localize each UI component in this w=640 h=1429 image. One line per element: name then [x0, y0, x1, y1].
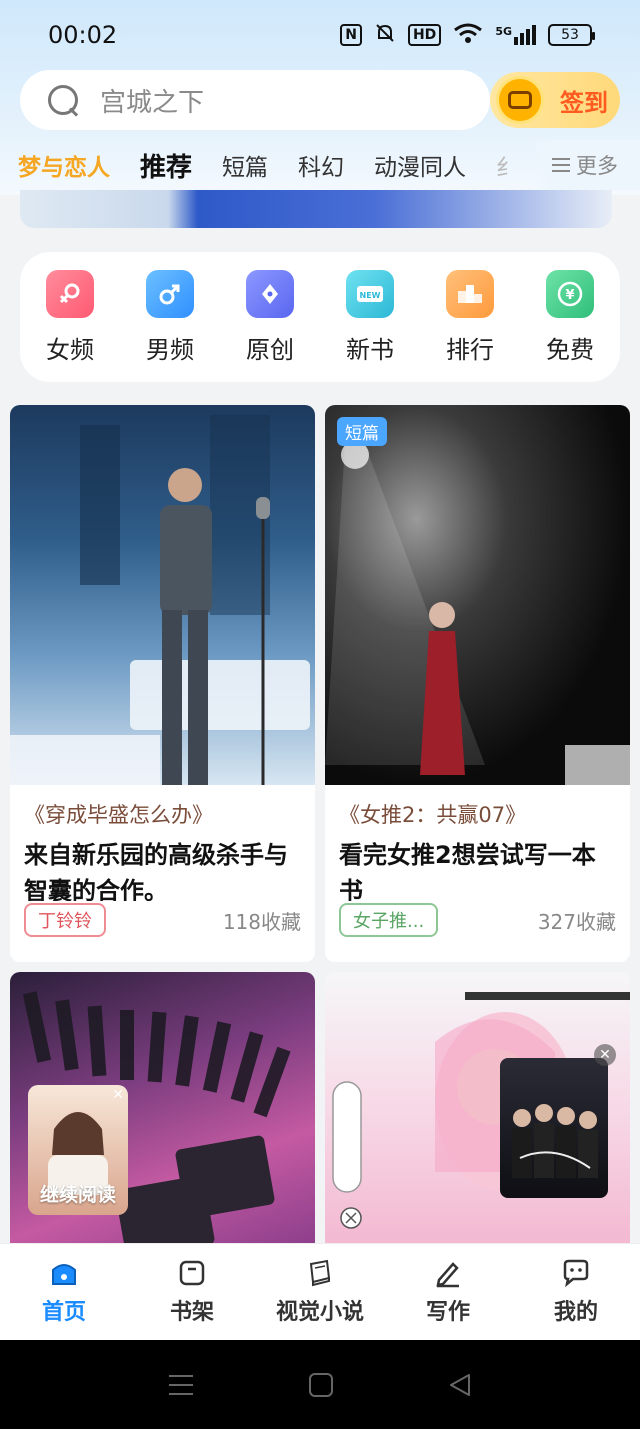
card-title: 来自新乐园的高级杀手与智囊的合作。	[24, 841, 288, 901]
category-original[interactable]: 原创	[225, 269, 315, 365]
cellular-signal-icon: 5G	[495, 25, 536, 45]
category-label: 原创	[246, 335, 294, 364]
nav-visual-novel[interactable]: 视觉小说	[260, 1258, 380, 1326]
nav-writing[interactable]: 写作	[388, 1258, 508, 1326]
continue-reading-label: 继续阅读	[39, 1184, 116, 1206]
search-placeholder: 宫城之下	[100, 87, 205, 118]
search-row: 宫城之下 签到	[20, 70, 620, 130]
nav-label: 视觉小说	[275, 1300, 364, 1325]
card-footer: 丁铃铃 118收藏	[24, 903, 301, 937]
status-bar: 00:02 N HD 5G 53	[0, 0, 640, 70]
battery-icon: 53	[548, 24, 595, 46]
card-subtitle: 《穿成毕盛怎么办》	[24, 803, 213, 827]
nfc-icon: N	[340, 24, 362, 46]
svg-text:¥: ¥	[565, 288, 574, 303]
tab-short[interactable]: 短篇	[222, 148, 268, 182]
tab-scifi[interactable]: 科幻	[298, 148, 344, 182]
category-label: 女频	[46, 335, 94, 364]
female-icon	[46, 269, 94, 318]
tab-recommend[interactable]: 推荐	[140, 147, 192, 184]
floating-ad-poster[interactable]	[500, 1058, 608, 1198]
tab-anime-fanfic[interactable]: 动漫同人	[374, 148, 466, 182]
favorites-count: 327收藏	[537, 909, 616, 934]
signin-button[interactable]: 签到	[490, 72, 620, 128]
card-body: 《穿成毕盛怎么办》 来自新乐园的高级杀手与智囊的合作。 丁铃铃 118收藏	[10, 785, 315, 937]
nav-home[interactable]: 首页	[4, 1258, 124, 1326]
nav-bookshelf[interactable]: 书架	[132, 1258, 252, 1326]
wifi-icon	[453, 22, 483, 49]
home-button-icon[interactable]	[308, 1372, 334, 1398]
recent-apps-icon[interactable]	[167, 1372, 195, 1398]
topic-tag[interactable]: 女子推...	[339, 903, 439, 937]
bottom-navigation: 首页 书架 视觉小说 写作 我的	[0, 1243, 640, 1340]
category-label: 免费	[546, 335, 594, 364]
signin-label: 签到	[560, 88, 608, 117]
menu-icon	[552, 158, 570, 172]
category-shortcuts: 女频 男频 原创 NEW 新书 排行 ¥ 免费	[20, 252, 620, 382]
book-icon	[309, 1259, 331, 1287]
favorites-count: 118收藏	[222, 909, 301, 934]
banner-carousel[interactable]	[20, 190, 612, 228]
more-label: 更多	[576, 154, 618, 178]
search-icon	[46, 83, 80, 117]
pen-nib-icon	[246, 269, 294, 318]
svg-text:NEW: NEW	[360, 291, 381, 300]
category-female[interactable]: 女频	[25, 269, 115, 365]
tab-partial[interactable]: 纟	[496, 148, 519, 182]
card-cover-image: 短篇	[325, 405, 630, 785]
network-type: 5G	[495, 25, 512, 38]
category-label: 男频	[146, 335, 194, 364]
nav-label: 写作	[425, 1300, 470, 1325]
search-input[interactable]: 宫城之下	[20, 70, 490, 130]
close-icon[interactable]: ✕	[594, 1044, 616, 1066]
status-time: 00:02	[48, 21, 118, 49]
category-ranking[interactable]: 排行	[425, 269, 515, 365]
nav-profile[interactable]: 我的	[516, 1258, 636, 1326]
card-subtitle: 《女推2：共赢07》	[339, 803, 527, 827]
bookshelf-icon	[179, 1260, 205, 1286]
story-card[interactable]: 短篇 《女推2：共赢07》 看完女推2想尝试写一本书 女子推... 327收藏	[325, 405, 630, 962]
card-title: 看完女推2想尝试写一本书	[339, 841, 596, 901]
back-icon[interactable]	[447, 1372, 473, 1398]
card-footer: 女子推... 327收藏	[339, 903, 616, 937]
hd-icon: HD	[407, 24, 442, 46]
category-free[interactable]: ¥ 免费	[525, 269, 615, 365]
story-card[interactable]: 《穿成毕盛怎么办》 来自新乐园的高级杀手与智囊的合作。 丁铃铃 118收藏	[10, 405, 315, 962]
new-badge-icon: NEW	[346, 269, 394, 318]
nav-label: 我的	[553, 1300, 598, 1325]
close-icon[interactable]: ✕	[112, 1087, 124, 1103]
yuan-coin-icon: ¥	[546, 269, 594, 318]
nav-label: 首页	[41, 1300, 86, 1325]
pencil-icon	[436, 1262, 459, 1288]
mute-bell-icon	[374, 22, 396, 49]
system-navigation-bar	[0, 1340, 640, 1429]
tab-dream-lover[interactable]: 梦与恋人	[18, 148, 110, 182]
category-tabs: 梦与恋人 推荐 短篇 科幻 动漫同人 纟 更多	[0, 140, 640, 190]
status-icons: N HD 5G 53	[340, 22, 595, 49]
category-new-books[interactable]: NEW 新书	[325, 269, 415, 365]
male-icon	[146, 269, 194, 318]
more-tabs-button[interactable]: 更多	[530, 140, 640, 190]
category-male[interactable]: 男频	[125, 269, 215, 365]
chat-coin-icon	[496, 76, 544, 124]
category-label: 新书	[346, 335, 394, 364]
card-body: 《女推2：共赢07》 看完女推2想尝试写一本书 女子推... 327收藏	[325, 785, 630, 937]
home-icon	[52, 1264, 76, 1285]
nav-label: 书架	[169, 1300, 214, 1325]
continue-reading-widget[interactable]: ✕ 继续阅读	[28, 1085, 128, 1215]
short-story-badge: 短篇	[337, 417, 387, 446]
card-cover-image	[10, 405, 315, 785]
category-label: 排行	[446, 335, 494, 364]
author-tag[interactable]: 丁铃铃	[24, 903, 106, 937]
podium-icon	[446, 269, 494, 318]
chat-bubble-icon	[563, 1259, 589, 1288]
